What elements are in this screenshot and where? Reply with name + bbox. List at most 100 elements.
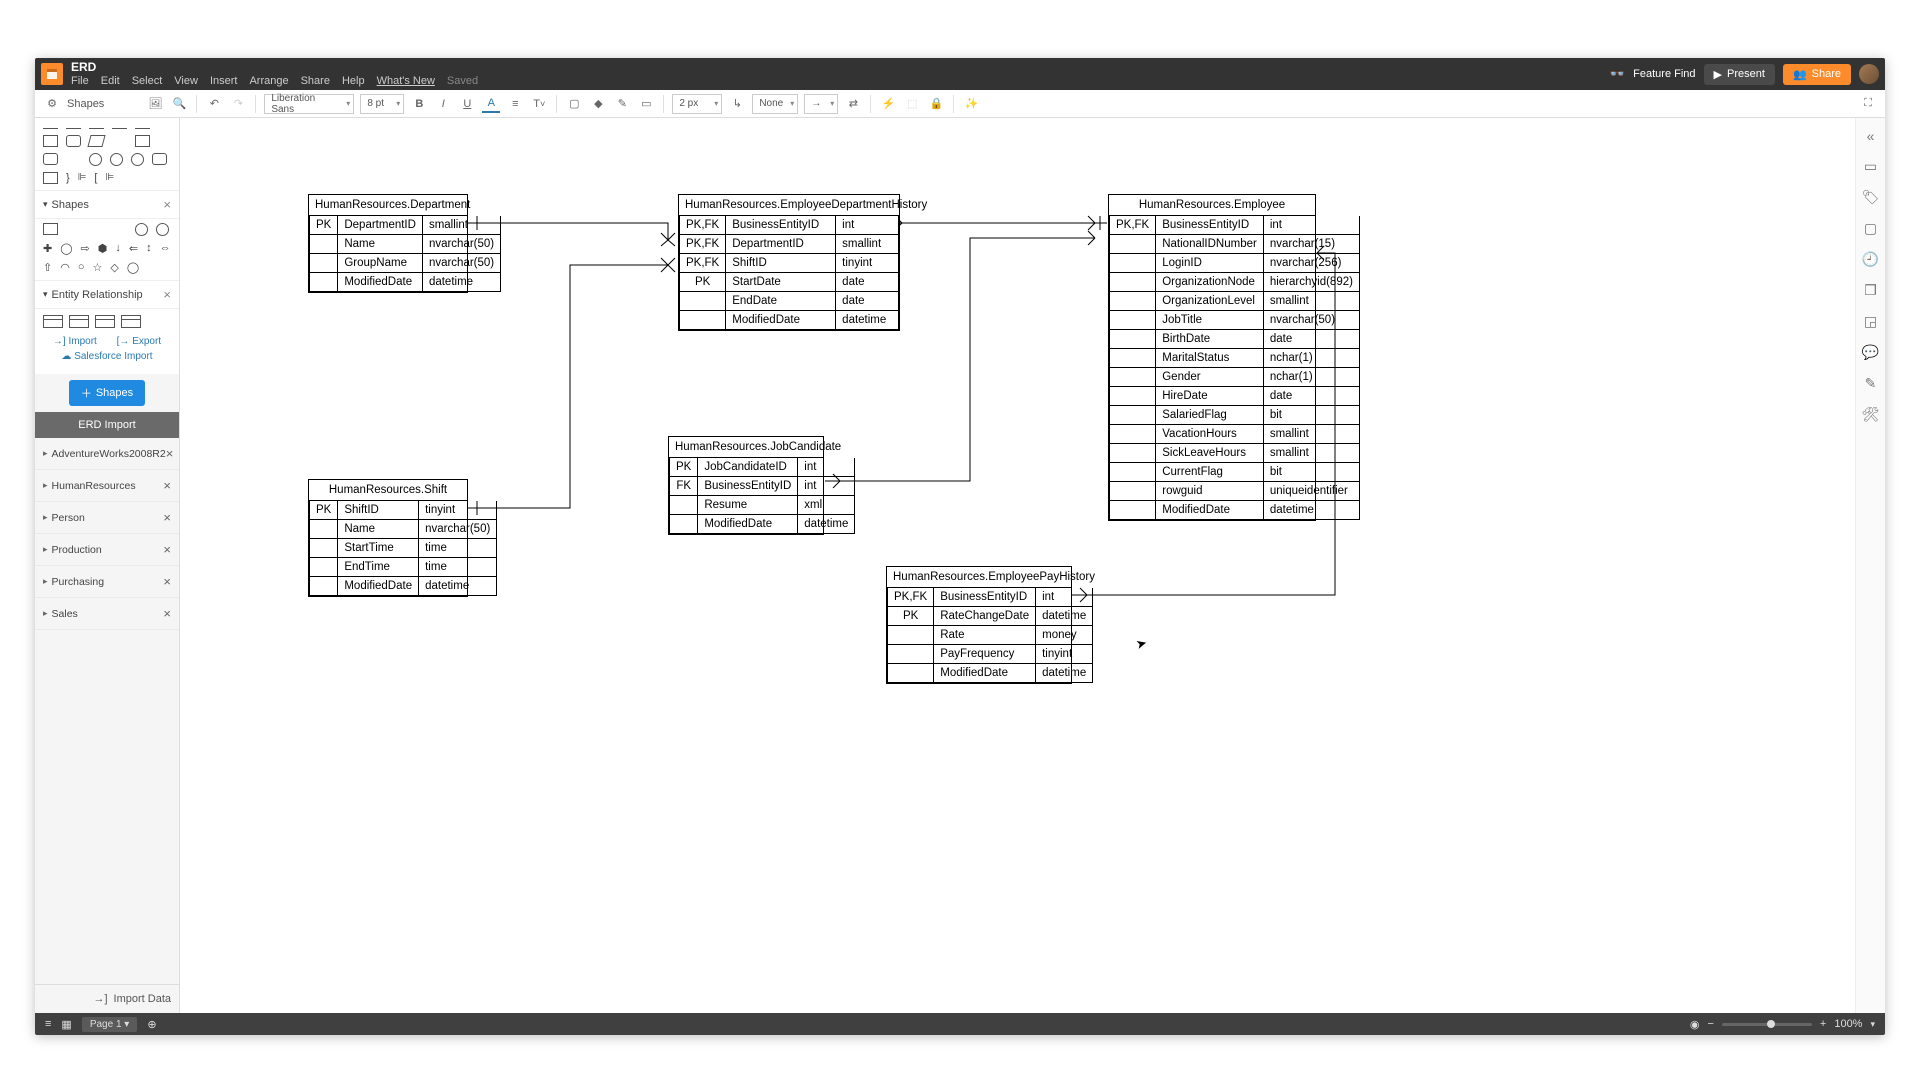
- close-icon[interactable]: ×: [163, 574, 171, 589]
- table-row[interactable]: BirthDatedate: [1110, 330, 1360, 349]
- shapes-panel-toggle-icon[interactable]: ⚙: [43, 95, 61, 113]
- shape-pill[interactable]: [43, 153, 58, 165]
- document-title[interactable]: ERD: [71, 61, 478, 74]
- shape-icon[interactable]: ⇧: [43, 261, 52, 274]
- table-row[interactable]: ModifiedDatedatetime: [1110, 501, 1360, 520]
- shape-circle[interactable]: [110, 153, 123, 166]
- presentation-icon[interactable]: ▢: [1864, 220, 1877, 237]
- shape-circle[interactable]: [131, 153, 144, 166]
- shape-icon[interactable]: ☆: [92, 261, 102, 274]
- line-start-select[interactable]: None: [752, 94, 798, 114]
- page-selector[interactable]: Page 1 ▾: [82, 1017, 138, 1032]
- bolt-icon[interactable]: ⚡: [879, 95, 897, 113]
- search-icon[interactable]: 🔍: [170, 95, 188, 113]
- table-row[interactable]: NationalIDNumbernvarchar(15): [1110, 235, 1360, 254]
- shape-text[interactable]: ⊫: [105, 172, 114, 184]
- accessibility-icon[interactable]: ◉: [1690, 1018, 1700, 1031]
- swap-icon[interactable]: ⇄: [844, 95, 862, 113]
- table-row[interactable]: PK,FKBusinessEntityIDint: [1110, 216, 1360, 235]
- shape-icon[interactable]: ⇐: [129, 242, 138, 255]
- feature-find-link[interactable]: Feature Find: [1633, 68, 1695, 80]
- entity-shift[interactable]: HumanResources.Shift PKShiftIDtinyintNam…: [308, 479, 468, 597]
- table-row[interactable]: OrganizationNodehierarchyid(892): [1110, 273, 1360, 292]
- data-icon[interactable]: ◲: [1864, 313, 1877, 330]
- table-row[interactable]: rowguiduniqueidentifier: [1110, 482, 1360, 501]
- shape-icon[interactable]: [43, 223, 58, 235]
- shape-trapezoid[interactable]: [112, 135, 127, 147]
- shape-line[interactable]: [89, 128, 104, 129]
- user-avatar[interactable]: [1859, 64, 1879, 84]
- table-row[interactable]: Ratemoney: [888, 626, 1093, 645]
- close-icon[interactable]: ×: [163, 197, 171, 212]
- add-shapes-button[interactable]: ＋Shapes: [69, 380, 145, 406]
- table-row[interactable]: MaritalStatusnchar(1): [1110, 349, 1360, 368]
- list-view-icon[interactable]: ≡: [45, 1018, 51, 1030]
- line-type-icon[interactable]: ↳: [728, 95, 746, 113]
- table-row[interactable]: PKRateChangeDatedatetime: [888, 607, 1093, 626]
- text-color-icon[interactable]: A: [482, 95, 500, 113]
- collapse-icon[interactable]: «: [1867, 128, 1875, 144]
- close-icon[interactable]: ×: [166, 446, 174, 461]
- table-row[interactable]: Namenvarchar(50): [310, 520, 497, 539]
- import-data-button[interactable]: →]Import Data: [35, 984, 179, 1013]
- table-row[interactable]: PKStartDatedate: [680, 273, 899, 292]
- er-shape-icon[interactable]: [43, 315, 63, 328]
- menu-insert[interactable]: Insert: [210, 75, 238, 87]
- shape-icon[interactable]: ◠: [60, 261, 70, 274]
- menu-view[interactable]: View: [174, 75, 198, 87]
- schema-item[interactable]: ▸Person×: [35, 502, 179, 534]
- table-row[interactable]: PKDepartmentIDsmallint: [310, 216, 501, 235]
- table-row[interactable]: PK,FKShiftIDtinyint: [680, 254, 899, 273]
- er-shape-icon[interactable]: [95, 315, 115, 328]
- table-row[interactable]: LoginIDnvarchar(256): [1110, 254, 1360, 273]
- entity-employee[interactable]: HumanResources.Employee PK,FKBusinessEnt…: [1108, 194, 1316, 521]
- table-row[interactable]: StartTimetime: [310, 539, 497, 558]
- shape-line[interactable]: [112, 128, 127, 129]
- table-row[interactable]: JobTitlenvarchar(50): [1110, 311, 1360, 330]
- border-color-icon[interactable]: ◆: [589, 95, 607, 113]
- entity-employee-pay-history[interactable]: HumanResources.EmployeePayHistory PK,FKB…: [886, 566, 1072, 684]
- zoom-out-icon[interactable]: −: [1707, 1018, 1713, 1030]
- close-icon[interactable]: ×: [163, 542, 171, 557]
- shape-icon[interactable]: ⬢: [98, 242, 108, 255]
- shape-bracket[interactable]: }: [66, 172, 70, 184]
- er-shape-icon[interactable]: [69, 315, 89, 328]
- shape-line[interactable]: [66, 128, 81, 129]
- sidebar-shapes-section-header[interactable]: ▾Shapes ×: [35, 190, 179, 219]
- table-row[interactable]: ModifiedDatedatetime: [310, 577, 497, 596]
- shape-icon[interactable]: [66, 223, 81, 235]
- schema-item[interactable]: ▸AdventureWorks2008R2×: [35, 438, 179, 470]
- shape-rect[interactable]: [43, 135, 58, 147]
- shape-line[interactable]: [43, 128, 58, 129]
- pencil-icon[interactable]: ✎: [613, 95, 631, 113]
- shape-line[interactable]: [135, 128, 150, 129]
- schema-item[interactable]: ▸Production×: [35, 534, 179, 566]
- menu-share[interactable]: Share: [301, 75, 330, 87]
- table-row[interactable]: ModifiedDatedatetime: [310, 273, 501, 292]
- canvas[interactable]: HumanResources.Department PKDepartmentID…: [180, 118, 1855, 1013]
- import-link[interactable]: →] Import: [53, 336, 97, 347]
- table-row[interactable]: ModifiedDatedatetime: [670, 515, 855, 534]
- export-link[interactable]: [→ Export: [117, 336, 161, 347]
- fill-icon[interactable]: ▢: [565, 95, 583, 113]
- shape-misc[interactable]: [43, 172, 58, 184]
- present-button[interactable]: ▶Present: [1704, 64, 1775, 85]
- bold-icon[interactable]: B: [410, 95, 428, 113]
- table-row[interactable]: PK,FKBusinessEntityIDint: [680, 216, 899, 235]
- entity-employee-department-history[interactable]: HumanResources.EmployeeDepartmentHistory…: [678, 194, 900, 331]
- table-row[interactable]: OrganizationLevelsmallint: [1110, 292, 1360, 311]
- schema-item[interactable]: ▸HumanResources×: [35, 470, 179, 502]
- line-end-select[interactable]: →: [804, 94, 838, 114]
- schema-item[interactable]: ▸Purchasing×: [35, 566, 179, 598]
- shape-rect[interactable]: [87, 135, 105, 147]
- fullscreen-icon[interactable]: ⛶: [1859, 95, 1877, 113]
- table-row[interactable]: SalariedFlagbit: [1110, 406, 1360, 425]
- er-shape-icon[interactable]: [121, 315, 141, 328]
- table-row[interactable]: CurrentFlagbit: [1110, 463, 1360, 482]
- table-row[interactable]: ModifiedDatedatetime: [888, 664, 1093, 683]
- table-row[interactable]: PKJobCandidateIDint: [670, 458, 855, 477]
- sidebar-er-section-header[interactable]: ▾Entity Relationship ×: [35, 280, 179, 309]
- document-icon[interactable]: ▭: [1864, 158, 1877, 175]
- close-icon[interactable]: ×: [163, 478, 171, 493]
- salesforce-import-link[interactable]: ☁ Salesforce Import: [61, 351, 152, 362]
